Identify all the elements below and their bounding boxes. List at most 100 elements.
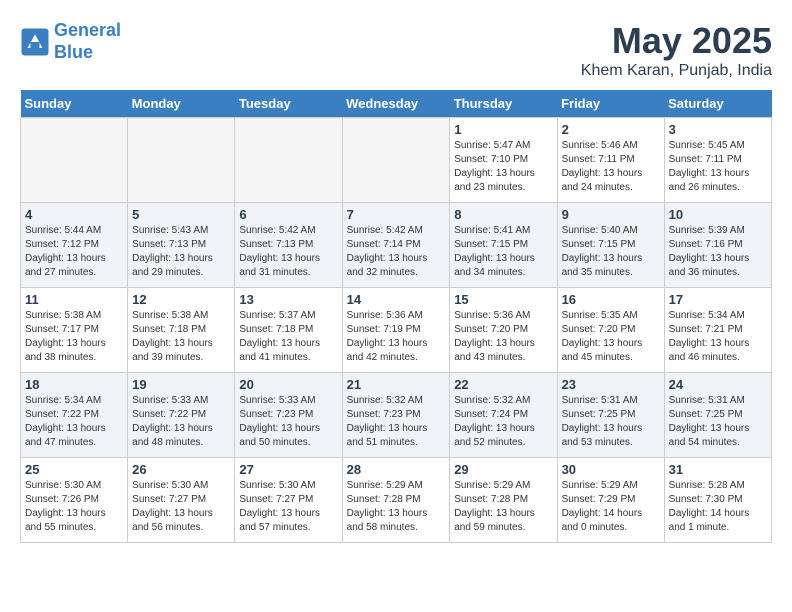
- day-info: Sunrise: 5:30 AMSunset: 7:27 PMDaylight:…: [239, 479, 337, 535]
- day-number: 25: [25, 462, 123, 477]
- day-number: 23: [562, 377, 660, 392]
- day-number: 24: [669, 377, 767, 392]
- calendar-day-cell: 4Sunrise: 5:44 AMSunset: 7:12 PMDaylight…: [21, 203, 128, 288]
- title-block: May 2025 Khem Karan, Punjab, India: [581, 20, 772, 80]
- weekday-header: Tuesday: [235, 90, 342, 118]
- weekday-header: Saturday: [664, 90, 771, 118]
- calendar-day-cell: 30Sunrise: 5:29 AMSunset: 7:29 PMDayligh…: [557, 458, 664, 543]
- weekday-header-row: SundayMondayTuesdayWednesdayThursdayFrid…: [21, 90, 772, 118]
- weekday-header: Sunday: [21, 90, 128, 118]
- calendar-day-cell: 14 Sunrise: 5:36 AMSunset: 7:19 PMDayligh…: [342, 288, 450, 373]
- day-info: Sunrise: 5:35 AMSunset: 7:20 PMDaylight:…: [562, 309, 660, 365]
- calendar-week-row: 11 Sunrise: 5:38 AMSunset: 7:17 PMDayligh…: [21, 288, 772, 373]
- calendar-day-cell: 8 Sunrise: 5:41 AMSunset: 7:15 PMDaylight…: [450, 203, 557, 288]
- calendar-day-cell: 29 Sunrise: 5:29 AMSunset: 7:28 PMDayligh…: [450, 458, 557, 543]
- calendar-day-cell: 13 Sunrise: 5:37 AMSunset: 7:18 PMDayligh…: [235, 288, 342, 373]
- day-info: Sunrise: 5:29 AMSunset: 7:28 PMDaylight:…: [347, 479, 446, 535]
- day-number: 20: [239, 377, 337, 392]
- day-number: 9: [562, 207, 660, 222]
- calendar-day-cell: 26Sunrise: 5:30 AMSunset: 7:27 PMDayligh…: [128, 458, 235, 543]
- day-info: Sunrise: 5:36 AMSunset: 7:19 PMDaylight:…: [347, 309, 446, 365]
- calendar-day-cell: 7 Sunrise: 5:42 AMSunset: 7:14 PMDaylight…: [342, 203, 450, 288]
- day-info: Sunrise: 5:41 AMSunset: 7:15 PMDaylight:…: [454, 224, 552, 280]
- day-number: 14: [347, 292, 446, 307]
- calendar-day-cell: 21Sunrise: 5:32 AMSunset: 7:23 PMDayligh…: [342, 373, 450, 458]
- day-info: Sunrise: 5:44 AMSunset: 7:12 PMDaylight:…: [25, 224, 123, 280]
- day-number: 6: [239, 207, 337, 222]
- calendar-day-cell: 22 Sunrise: 5:32 AMSunset: 7:24 PMDayligh…: [450, 373, 557, 458]
- day-number: 7: [347, 207, 446, 222]
- day-info: Sunrise: 5:33 AMSunset: 7:22 PMDaylight:…: [132, 394, 230, 450]
- day-number: 27: [239, 462, 337, 477]
- day-info: Sunrise: 5:38 AMSunset: 7:18 PMDaylight:…: [132, 309, 230, 365]
- day-number: 29: [454, 462, 552, 477]
- day-number: 11: [25, 292, 123, 307]
- calendar-day-cell: 1 Sunrise: 5:47 AMSunset: 7:10 PMDaylight…: [450, 118, 557, 203]
- logo: General Blue: [20, 20, 121, 63]
- day-info: Sunrise: 5:32 AMSunset: 7:23 PMDaylight:…: [347, 394, 446, 450]
- weekday-header: Friday: [557, 90, 664, 118]
- day-number: 16: [562, 292, 660, 307]
- calendar-day-cell: 16 Sunrise: 5:35 AMSunset: 7:20 PMDayligh…: [557, 288, 664, 373]
- day-number: 10: [669, 207, 767, 222]
- calendar-day-cell: 15Sunrise: 5:36 AMSunset: 7:20 PMDayligh…: [450, 288, 557, 373]
- weekday-header: Monday: [128, 90, 235, 118]
- day-info: Sunrise: 5:31 AMSunset: 7:25 PMDaylight:…: [562, 394, 660, 450]
- calendar-day-cell: 31Sunrise: 5:28 AMSunset: 7:30 PMDayligh…: [664, 458, 771, 543]
- day-number: 19: [132, 377, 230, 392]
- calendar-day-cell: 24Sunrise: 5:31 AMSunset: 7:25 PMDayligh…: [664, 373, 771, 458]
- calendar-week-row: 18Sunrise: 5:34 AMSunset: 7:22 PMDayligh…: [21, 373, 772, 458]
- calendar-day-cell: 5Sunrise: 5:43 AMSunset: 7:13 PMDaylight…: [128, 203, 235, 288]
- weekday-header: Thursday: [450, 90, 557, 118]
- day-number: 30: [562, 462, 660, 477]
- day-number: 22: [454, 377, 552, 392]
- day-info: Sunrise: 5:29 AMSunset: 7:28 PMDaylight:…: [454, 479, 552, 535]
- calendar-day-cell: 17 Sunrise: 5:34 AMSunset: 7:21 PMDayligh…: [664, 288, 771, 373]
- calendar-day-cell: [342, 118, 450, 203]
- calendar-day-cell: 23 Sunrise: 5:31 AMSunset: 7:25 PMDayligh…: [557, 373, 664, 458]
- calendar-week-row: 1 Sunrise: 5:47 AMSunset: 7:10 PMDaylight…: [21, 118, 772, 203]
- day-info: Sunrise: 5:42 AMSunset: 7:13 PMDaylight:…: [239, 224, 337, 280]
- calendar-day-cell: [128, 118, 235, 203]
- location: Khem Karan, Punjab, India: [581, 62, 772, 80]
- calendar-week-row: 4Sunrise: 5:44 AMSunset: 7:12 PMDaylight…: [21, 203, 772, 288]
- day-info: Sunrise: 5:28 AMSunset: 7:30 PMDaylight:…: [669, 479, 767, 535]
- calendar-day-cell: 3Sunrise: 5:45 AMSunset: 7:11 PMDaylight…: [664, 118, 771, 203]
- logo-line2: Blue: [54, 42, 93, 62]
- calendar-day-cell: 10Sunrise: 5:39 AMSunset: 7:16 PMDayligh…: [664, 203, 771, 288]
- calendar-day-cell: 19 Sunrise: 5:33 AMSunset: 7:22 PMDayligh…: [128, 373, 235, 458]
- logo-line1: General: [54, 20, 121, 40]
- day-number: 8: [454, 207, 552, 222]
- day-info: Sunrise: 5:32 AMSunset: 7:24 PMDaylight:…: [454, 394, 552, 450]
- calendar-day-cell: 20 Sunrise: 5:33 AMSunset: 7:23 PMDayligh…: [235, 373, 342, 458]
- day-number: 15: [454, 292, 552, 307]
- calendar-day-cell: 27 Sunrise: 5:30 AMSunset: 7:27 PMDayligh…: [235, 458, 342, 543]
- day-info: Sunrise: 5:33 AMSunset: 7:23 PMDaylight:…: [239, 394, 337, 450]
- month-title: May 2025: [581, 20, 772, 62]
- calendar-day-cell: 6 Sunrise: 5:42 AMSunset: 7:13 PMDaylight…: [235, 203, 342, 288]
- day-number: 28: [347, 462, 446, 477]
- calendar-day-cell: 2 Sunrise: 5:46 AMSunset: 7:11 PMDaylight…: [557, 118, 664, 203]
- day-number: 18: [25, 377, 123, 392]
- day-info: Sunrise: 5:40 AMSunset: 7:15 PMDaylight:…: [562, 224, 660, 280]
- day-info: Sunrise: 5:42 AMSunset: 7:14 PMDaylight:…: [347, 224, 446, 280]
- day-number: 12: [132, 292, 230, 307]
- calendar-day-cell: [235, 118, 342, 203]
- day-number: 3: [669, 122, 767, 137]
- day-info: Sunrise: 5:34 AMSunset: 7:21 PMDaylight:…: [669, 309, 767, 365]
- day-info: Sunrise: 5:38 AMSunset: 7:17 PMDaylight:…: [25, 309, 123, 365]
- calendar-day-cell: 12 Sunrise: 5:38 AMSunset: 7:18 PMDayligh…: [128, 288, 235, 373]
- day-number: 2: [562, 122, 660, 137]
- day-number: 1: [454, 122, 552, 137]
- day-info: Sunrise: 5:37 AMSunset: 7:18 PMDaylight:…: [239, 309, 337, 365]
- calendar-day-cell: 9 Sunrise: 5:40 AMSunset: 7:15 PMDaylight…: [557, 203, 664, 288]
- day-number: 13: [239, 292, 337, 307]
- day-number: 5: [132, 207, 230, 222]
- day-info: Sunrise: 5:30 AMSunset: 7:26 PMDaylight:…: [25, 479, 123, 535]
- day-info: Sunrise: 5:46 AMSunset: 7:11 PMDaylight:…: [562, 139, 660, 195]
- logo-text: General Blue: [54, 20, 121, 63]
- calendar-day-cell: 25 Sunrise: 5:30 AMSunset: 7:26 PMDayligh…: [21, 458, 128, 543]
- day-number: 17: [669, 292, 767, 307]
- day-info: Sunrise: 5:47 AMSunset: 7:10 PMDaylight:…: [454, 139, 552, 195]
- calendar-day-cell: 28 Sunrise: 5:29 AMSunset: 7:28 PMDayligh…: [342, 458, 450, 543]
